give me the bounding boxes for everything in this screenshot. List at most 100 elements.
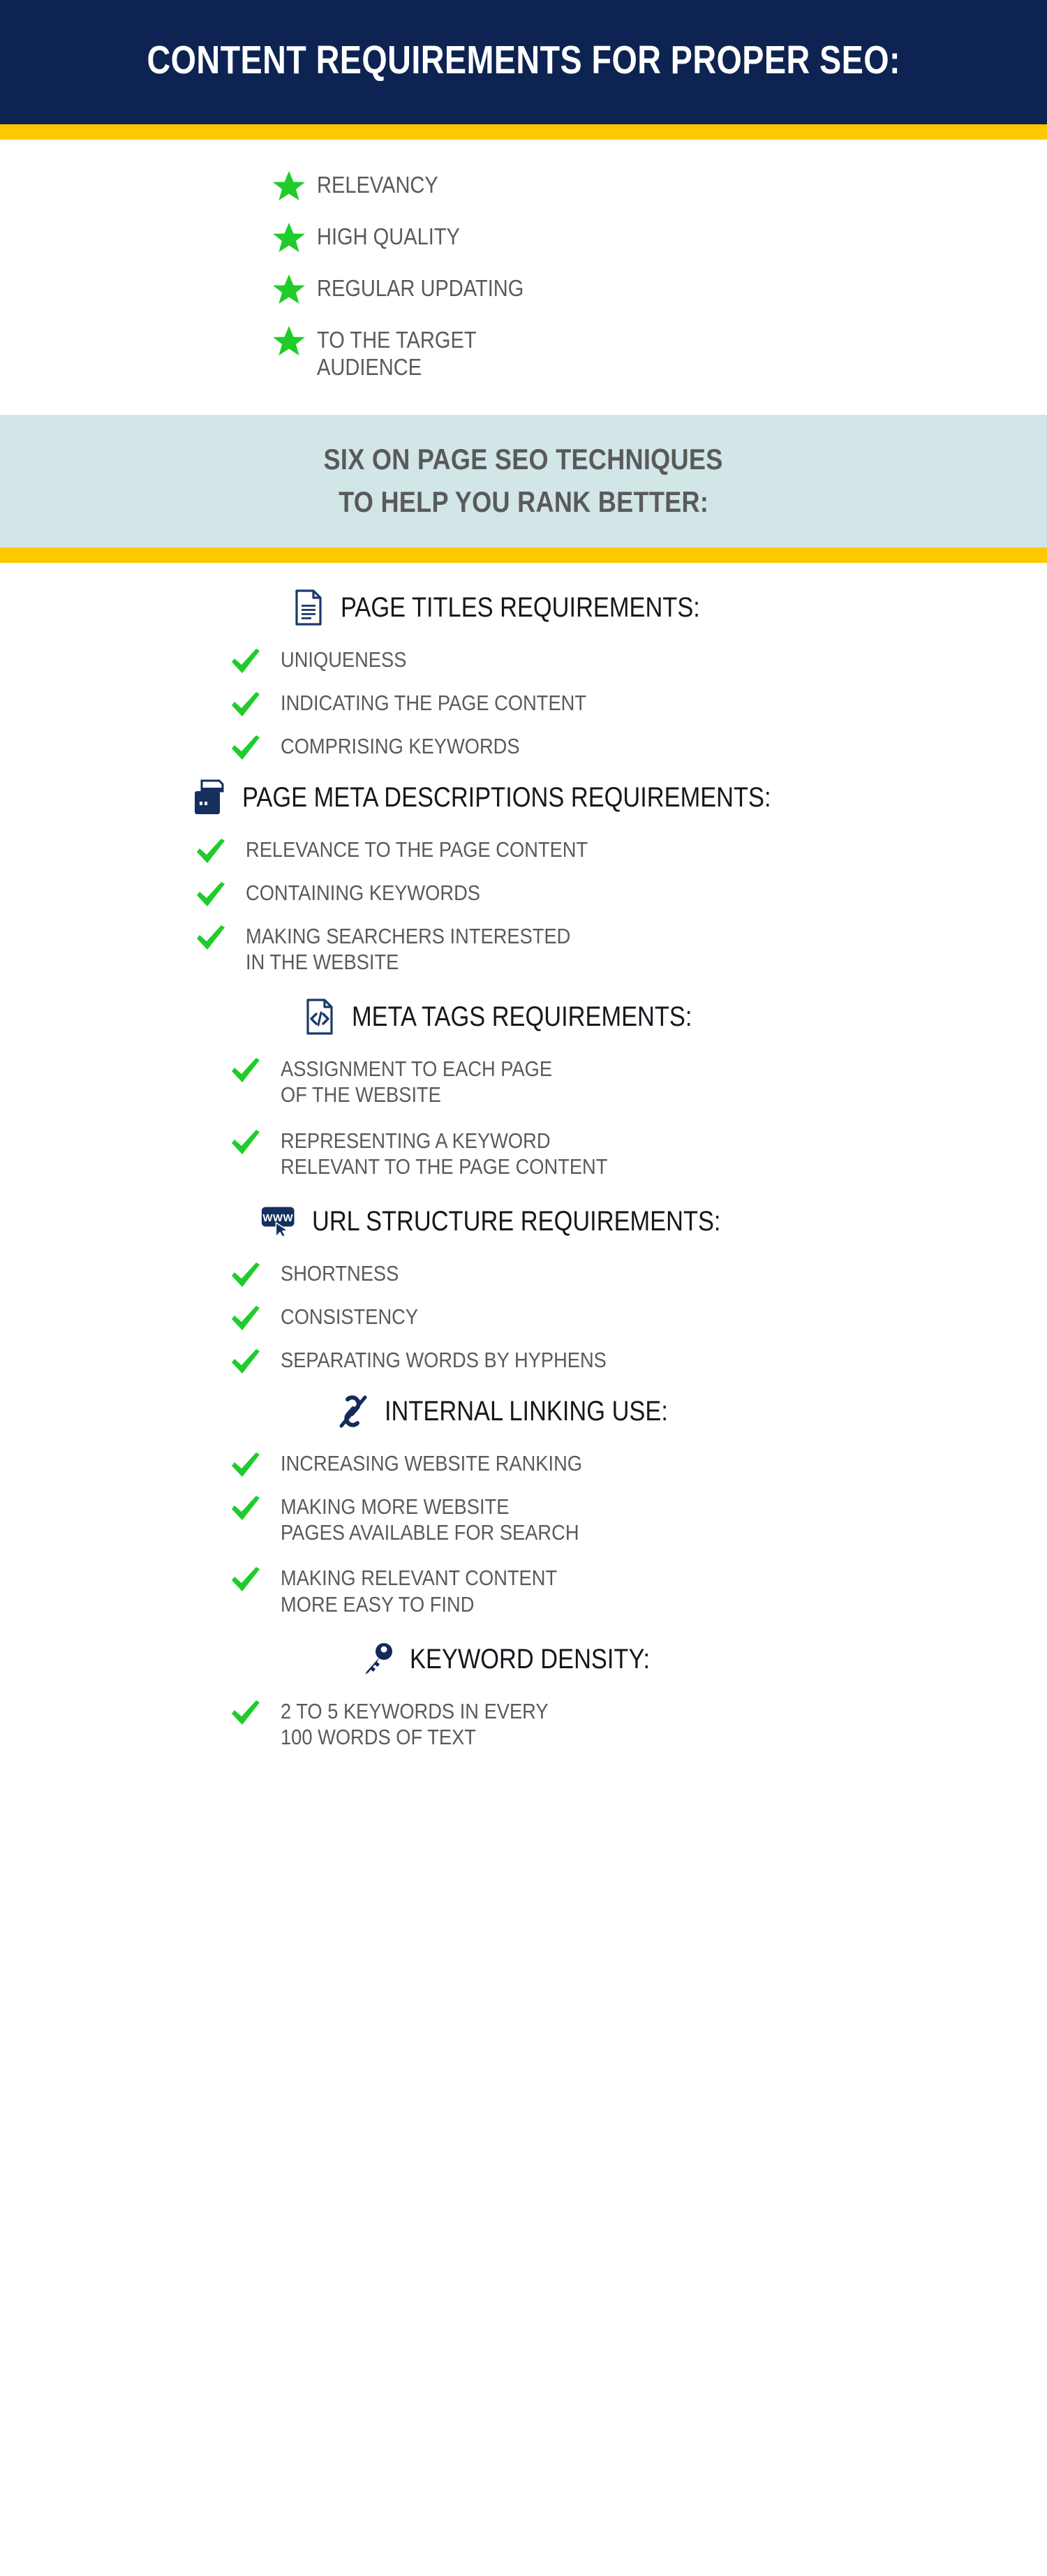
list-item: INDICATING THE PAGE CONTENT	[230, 689, 845, 721]
technique-heading: KEYWORD DENSITY:	[0, 1635, 1047, 1683]
technique-item-list: ASSIGNMENT TO EACH PAGE OF THE WEBSITE RE…	[202, 1054, 845, 1179]
check-icon	[230, 1563, 281, 1593]
list-item-label: RELEVANCY	[317, 172, 438, 198]
star-icon	[261, 324, 317, 356]
techniques-sections: PAGE TITLES REQUIREMENTS: UNIQUENESS INDIC…	[0, 562, 1047, 1751]
divider-yellow-bar-bottom	[0, 547, 1047, 563]
list-item-label: RELEVANCE TO THE PAGE CONTENT	[246, 837, 588, 862]
list-item: TO THE TARGET AUDIENCE	[261, 324, 792, 381]
list-item: MAKING MORE WEBSITE PAGES AVAILABLE FOR …	[230, 1492, 845, 1545]
list-item: CONSISTENCY	[230, 1302, 845, 1334]
star-icon	[273, 274, 305, 304]
check-icon	[230, 1449, 281, 1478]
check-icon	[230, 1126, 281, 1156]
technique-section: KEYWORD DENSITY: 2 TO 5 KEYWORDS IN EVERY…	[0, 1635, 1047, 1750]
printer-icon	[194, 779, 224, 814]
list-item-label: 2 TO 5 KEYWORDS IN EVERY 100 WORDS OF TE…	[281, 1698, 549, 1749]
list-item-label: CONSISTENCY	[281, 1304, 419, 1329]
header-banner: CONTENT REQUIREMENTS FOR PROPER SEO:	[0, 0, 1047, 124]
list-item-label: HIGH QUALITY	[317, 223, 460, 249]
check-icon	[232, 1349, 260, 1374]
list-item: HIGH QUALITY	[261, 221, 792, 258]
technique-section: PAGE META DESCRIPTIONS REQUIREMENTS: RELE…	[0, 774, 1047, 975]
check-icon	[197, 925, 225, 950]
technique-title: PAGE TITLES REQUIREMENTS:	[340, 591, 700, 623]
technique-title: INTERNAL LINKING USE:	[385, 1396, 668, 1427]
check-icon	[230, 1697, 281, 1726]
list-item-label: MAKING RELEVANT CONTENT MORE EASY TO FIN…	[281, 1566, 558, 1617]
check-icon	[230, 1492, 281, 1522]
content-requirements-list: RELEVANCY HIGH QUALITY REGULAR UPDATING TO …	[255, 169, 792, 381]
page-title: CONTENT REQUIREMENTS FOR PROPER SEO:	[147, 37, 900, 82]
check-icon	[230, 1259, 281, 1288]
star-icon	[261, 169, 317, 201]
technique-title: PAGE META DESCRIPTIONS REQUIREMENTS:	[242, 781, 771, 813]
technique-item-list: SHORTNESS CONSISTENCY SEPARATING WORDS BY …	[202, 1259, 845, 1378]
technique-title: URL STRUCTURE REQUIREMENTS:	[311, 1206, 721, 1237]
check-icon	[232, 1496, 260, 1520]
list-item-label: COMPRISING KEYWORDS	[281, 733, 520, 758]
technique-section: META TAGS REQUIREMENTS: ASSIGNMENT TO EAC…	[0, 993, 1047, 1179]
subtitle-line-1: SIX ON PAGE SEO TECHNIQUES	[323, 442, 724, 476]
list-item: COMPRISING KEYWORDS	[230, 732, 845, 764]
technique-heading: WWW URL STRUCTURE REQUIREMENTS:	[0, 1198, 1047, 1245]
star-icon	[273, 223, 305, 252]
check-icon	[232, 735, 260, 760]
code-document-icon	[300, 997, 339, 1036]
key-icon	[364, 1642, 392, 1675]
list-item-label: CONTAINING KEYWORDS	[246, 880, 480, 905]
list-item: ASSIGNMENT TO EACH PAGE OF THE WEBSITE	[230, 1054, 845, 1107]
list-item: INCREASING WEBSITE RANKING	[230, 1449, 845, 1481]
check-icon	[197, 881, 225, 906]
star-icon	[261, 272, 317, 304]
list-item: RELEVANCE TO THE PAGE CONTENT	[195, 835, 879, 867]
list-item-label: INCREASING WEBSITE RANKING	[281, 1451, 582, 1475]
list-item: SEPARATING WORDS BY HYPHENS	[230, 1346, 845, 1378]
content-requirements-section: RELEVANCY HIGH QUALITY REGULAR UPDATING TO …	[0, 140, 1047, 415]
list-item: SHORTNESS	[230, 1259, 845, 1291]
check-icon	[230, 1346, 281, 1375]
www-cursor-icon: WWW	[260, 1202, 299, 1241]
technique-item-list: INCREASING WEBSITE RANKING MAKING MORE WE…	[202, 1449, 845, 1617]
list-item: UNIQUENESS	[230, 645, 845, 677]
technique-item-list: UNIQUENESS INDICATING THE PAGE CONTENT COM…	[202, 645, 845, 764]
subtitle-banner: SIX ON PAGE SEO TECHNIQUES TO HELP YOU R…	[0, 414, 1047, 547]
list-item: REGULAR UPDATING	[261, 272, 792, 310]
document-icon	[289, 588, 328, 627]
check-icon	[195, 922, 246, 951]
technique-section: INTERNAL LINKING USE: INCREASING WEBSITE …	[0, 1388, 1047, 1617]
technique-heading: INTERNAL LINKING USE:	[0, 1388, 1047, 1435]
key-icon	[358, 1640, 397, 1679]
check-icon	[232, 1129, 260, 1154]
technique-title: META TAGS REQUIREMENTS:	[351, 1001, 692, 1033]
www-cursor-icon: WWW	[261, 1207, 295, 1238]
list-item: CONTAINING KEYWORDS	[195, 878, 879, 911]
check-icon	[230, 1302, 281, 1332]
list-item-label: UNIQUENESS	[281, 647, 407, 672]
technique-section: WWW URL STRUCTURE REQUIREMENTS: SHORTNESS C…	[0, 1198, 1047, 1378]
check-icon	[230, 689, 281, 718]
check-icon	[232, 1452, 260, 1477]
check-icon	[195, 835, 246, 864]
check-icon	[230, 1054, 281, 1084]
list-item-label: SEPARATING WORDS BY HYPHENS	[281, 1348, 607, 1372]
list-item-label: REPRESENTING A KEYWORD RELEVANT TO THE P…	[281, 1128, 608, 1179]
check-icon	[232, 1567, 260, 1592]
list-item: REPRESENTING A KEYWORD RELEVANT TO THE P…	[230, 1126, 845, 1179]
check-icon	[232, 648, 260, 673]
check-icon	[197, 838, 225, 863]
list-item: RELEVANCY	[261, 169, 792, 207]
chain-link-icon	[333, 1392, 372, 1431]
code-document-icon	[306, 999, 333, 1035]
check-icon	[195, 878, 246, 908]
list-item: MAKING SEARCHERS INTERESTED IN THE WEBSI…	[195, 922, 879, 975]
list-item-label: REGULAR UPDATING	[317, 275, 524, 301]
technique-heading: PAGE TITLES REQUIREMENTS:	[0, 584, 1047, 631]
technique-item-list: 2 TO 5 KEYWORDS IN EVERY 100 WORDS OF TE…	[202, 1697, 845, 1750]
technique-section: PAGE TITLES REQUIREMENTS: UNIQUENESS INDIC…	[0, 584, 1047, 764]
list-item: 2 TO 5 KEYWORDS IN EVERY 100 WORDS OF TE…	[230, 1697, 845, 1750]
check-icon	[230, 645, 281, 675]
star-icon	[273, 171, 305, 200]
check-icon	[232, 1058, 260, 1083]
check-icon	[232, 1700, 260, 1725]
